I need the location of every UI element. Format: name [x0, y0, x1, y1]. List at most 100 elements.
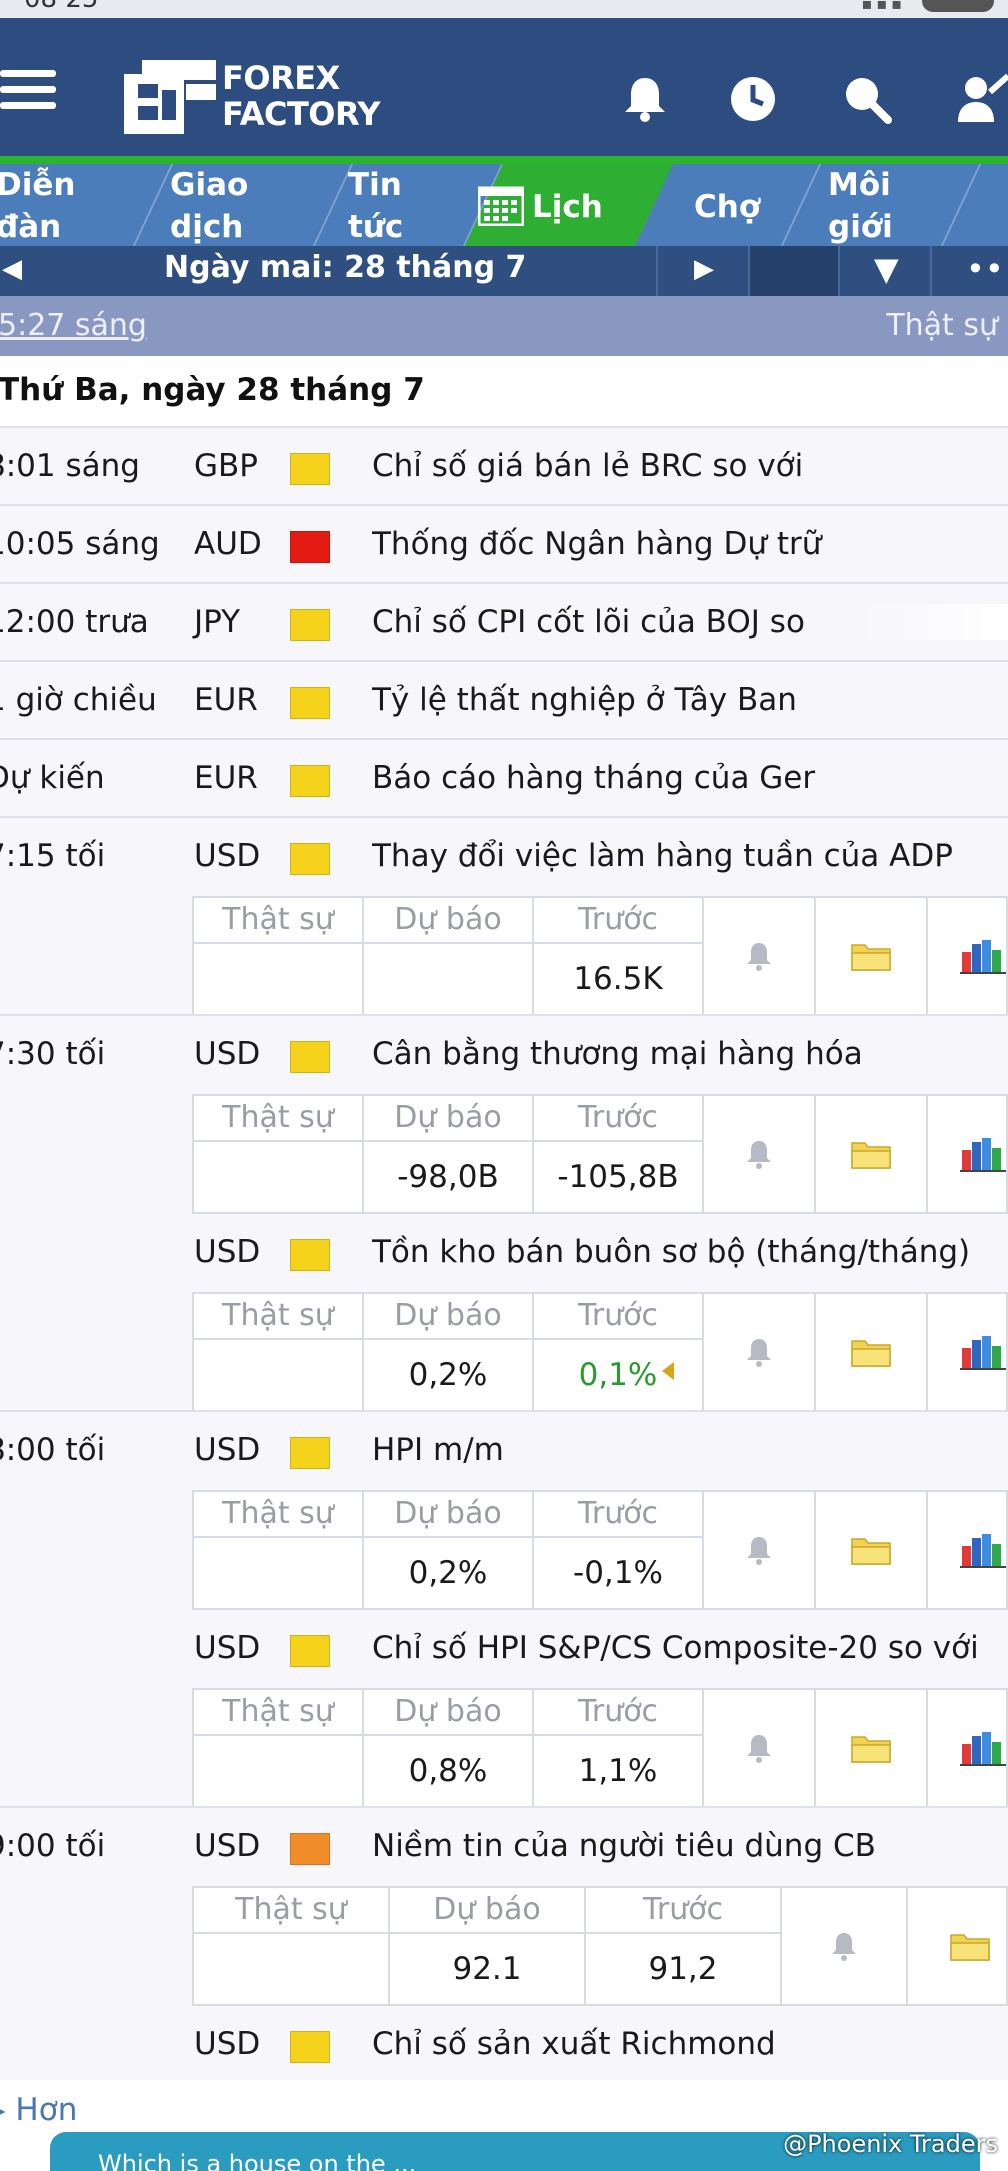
event-detail-table: Thật sự Dự báo 92.1 Trước 91,2 — [192, 1886, 1008, 2006]
detail-folder-icon[interactable] — [816, 1492, 928, 1608]
alert-bell-icon[interactable] — [704, 1690, 816, 1806]
chart-icon[interactable] — [928, 1492, 1008, 1608]
impact-folder-icon[interactable] — [290, 1833, 330, 1865]
current-time-link[interactable]: 5:27 sáng — [0, 308, 147, 343]
event-title[interactable]: Chỉ số giá bán lẻ BRC so với — [372, 448, 1008, 484]
detail-folder-icon[interactable] — [816, 1294, 928, 1410]
impact-folder-icon[interactable] — [290, 843, 330, 875]
chart-icon[interactable] — [928, 898, 1008, 1014]
detail-folder-icon[interactable] — [816, 1690, 928, 1806]
alert-bell-icon[interactable] — [704, 1294, 816, 1410]
detail-header-actual: Thật sự — [194, 1888, 388, 1934]
detail-col-forecast: Dự báo 0,2% — [364, 1492, 534, 1608]
event-currency: USD — [194, 838, 261, 874]
impact-folder-icon[interactable] — [290, 2031, 330, 2063]
impact-folder-icon[interactable] — [290, 1239, 330, 1271]
event-title[interactable]: Cân bằng thương mại hàng hóa — [372, 1036, 1008, 1072]
date-label[interactable]: Ngày mai: 28 tháng 7 — [164, 250, 526, 285]
event-title[interactable]: Chỉ số sản xuất Richmond — [372, 2026, 1008, 2062]
alert-bell-icon[interactable] — [704, 898, 816, 1014]
tab-forum[interactable]: Diễn đàn — [0, 164, 146, 246]
event-row[interactable]: 10:05 sáng AUD Thống đốc Ngân hàng Dự trữ — [0, 506, 1008, 584]
filter-icon[interactable]: ▼ — [874, 250, 899, 288]
tab-trades[interactable]: Giao dịch — [150, 164, 326, 246]
user-icon[interactable] — [954, 72, 1008, 126]
event-title[interactable]: Chỉ số HPI S&P/CS Composite-20 so với — [372, 1630, 1008, 1666]
next-day-icon[interactable]: ▶ — [694, 254, 714, 284]
tab-market[interactable]: Chợ — [664, 164, 794, 246]
event-title[interactable]: Báo cáo hàng tháng của Ger — [372, 760, 1008, 796]
detail-header-actual: Thật sự — [194, 1690, 362, 1736]
chart-icon[interactable] — [928, 1294, 1008, 1410]
detail-header-previous: Trước — [586, 1888, 780, 1934]
alert-bell-icon[interactable] — [704, 1492, 816, 1608]
status-bar: 08 25 ▪▪▪ — [0, 0, 1008, 18]
event-currency: USD — [194, 1234, 261, 1270]
event-row[interactable]: Dự kiến EUR Báo cáo hàng tháng của Ger — [0, 740, 1008, 818]
detail-col-forecast: Dự báo 92.1 — [390, 1888, 586, 2004]
status-clock: 08 25 — [24, 0, 98, 14]
detail-value-forecast: 0,8% — [408, 1753, 488, 1789]
prev-day-icon[interactable]: ◀ — [2, 254, 22, 284]
event-title[interactable]: Thống đốc Ngân hàng Dự trữ — [372, 526, 1008, 562]
search-icon[interactable] — [840, 72, 894, 126]
alert-bell-icon[interactable] — [704, 1096, 816, 1212]
menu-icon[interactable] — [0, 70, 56, 118]
revised-marker-icon — [662, 1362, 674, 1380]
event-title[interactable]: Tỷ lệ thất nghiệp ở Tây Ban — [372, 682, 1008, 718]
event-row[interactable]: 8:01 sáng GBP Chỉ số giá bán lẻ BRC so với — [0, 428, 1008, 506]
event-title[interactable]: Chỉ số CPI cốt lõi của BOJ so — [372, 604, 1008, 640]
event-title[interactable]: HPI m/m — [372, 1432, 1008, 1468]
impact-folder-icon[interactable] — [290, 765, 330, 797]
detail-header-previous: Trước — [534, 1690, 702, 1736]
impact-folder-icon[interactable] — [290, 1041, 330, 1073]
event-detail-table: Thật sự Dự báo Trước 16.5K — [192, 896, 1008, 1016]
bell-icon[interactable] — [618, 72, 672, 126]
detail-folder-icon[interactable] — [908, 1888, 1008, 2004]
impact-folder-icon[interactable] — [290, 609, 330, 641]
detail-folder-icon[interactable] — [816, 898, 928, 1014]
clock-icon[interactable] — [726, 72, 780, 126]
tab-calendar[interactable]: Lịch — [464, 164, 674, 246]
detail-value-previous: -105,8B — [557, 1159, 679, 1195]
forex-factory-logo[interactable]: FOREX FACTORY — [124, 44, 384, 140]
event-row[interactable]: USD Chỉ số HPI S&P/CS Composite-20 so với — [0, 1610, 1008, 1688]
impact-folder-icon[interactable] — [290, 453, 330, 485]
event-currency: JPY — [194, 604, 241, 640]
watermark: @Phoenix Traders — [783, 2130, 998, 2158]
detail-header-forecast: Dự báo — [364, 898, 532, 944]
impact-folder-icon[interactable] — [290, 687, 330, 719]
detail-header-previous: Trước — [534, 1294, 702, 1340]
event-currency: USD — [194, 1828, 261, 1864]
event-row[interactable]: 8:00 tối USD HPI m/m — [0, 1412, 1008, 1490]
impact-folder-icon[interactable] — [290, 1437, 330, 1469]
detail-col-forecast: Dự báo 0,8% — [364, 1690, 534, 1806]
detail-header-previous: Trước — [534, 1492, 702, 1538]
event-row[interactable]: 7:15 tối USD Thay đổi việc làm hàng tuần c… — [0, 818, 1008, 896]
event-row[interactable]: 9:00 tối USD Niềm tin của người tiêu dùng … — [0, 1808, 1008, 1886]
info-bar: 5:27 sáng Thật sự — [0, 296, 1008, 356]
detail-col-previous: Trước 91,2 — [586, 1888, 782, 2004]
event-row[interactable]: 12:00 trưa JPY Chỉ số CPI cốt lõi của BOJ … — [0, 584, 1008, 662]
event-row[interactable]: USD Tồn kho bán buôn sơ bộ (tháng/tháng) — [0, 1214, 1008, 1292]
detail-header-previous: Trước — [534, 1096, 702, 1142]
event-title[interactable]: Thay đổi việc làm hàng tuần của ADP — [372, 838, 1008, 874]
tab-brokers[interactable]: Môi giới — [794, 164, 954, 246]
event-row[interactable]: USD Chỉ số sản xuất Richmond — [0, 2006, 1008, 2084]
alert-bell-icon[interactable] — [782, 1888, 908, 2004]
impact-folder-icon[interactable] — [290, 1635, 330, 1667]
detail-col-actual: Thật sự — [194, 1888, 390, 2004]
chart-icon[interactable] — [928, 1096, 1008, 1212]
impact-folder-icon[interactable] — [290, 531, 330, 563]
detail-folder-icon[interactable] — [816, 1096, 928, 1212]
detail-col-forecast: Dự báo -98,0B — [364, 1096, 534, 1212]
event-row[interactable]: 7:30 tối USD Cân bằng thương mại hàng hóa — [0, 1016, 1008, 1094]
event-row[interactable]: 1 giờ chiều EUR Tỷ lệ thất nghiệp ở Tây Ba… — [0, 662, 1008, 740]
more-options-icon[interactable]: ••• — [966, 250, 1008, 288]
event-title[interactable]: Tồn kho bán buôn sơ bộ (tháng/tháng) — [372, 1234, 1008, 1270]
more-link[interactable]: ▸ Hơn — [0, 2092, 77, 2128]
event-title[interactable]: Niềm tin của người tiêu dùng CB — [372, 1828, 1008, 1864]
tab-news[interactable]: Tin tức — [326, 164, 476, 246]
chart-icon[interactable] — [928, 1690, 1008, 1806]
event-time: Dự kiến — [0, 760, 105, 796]
